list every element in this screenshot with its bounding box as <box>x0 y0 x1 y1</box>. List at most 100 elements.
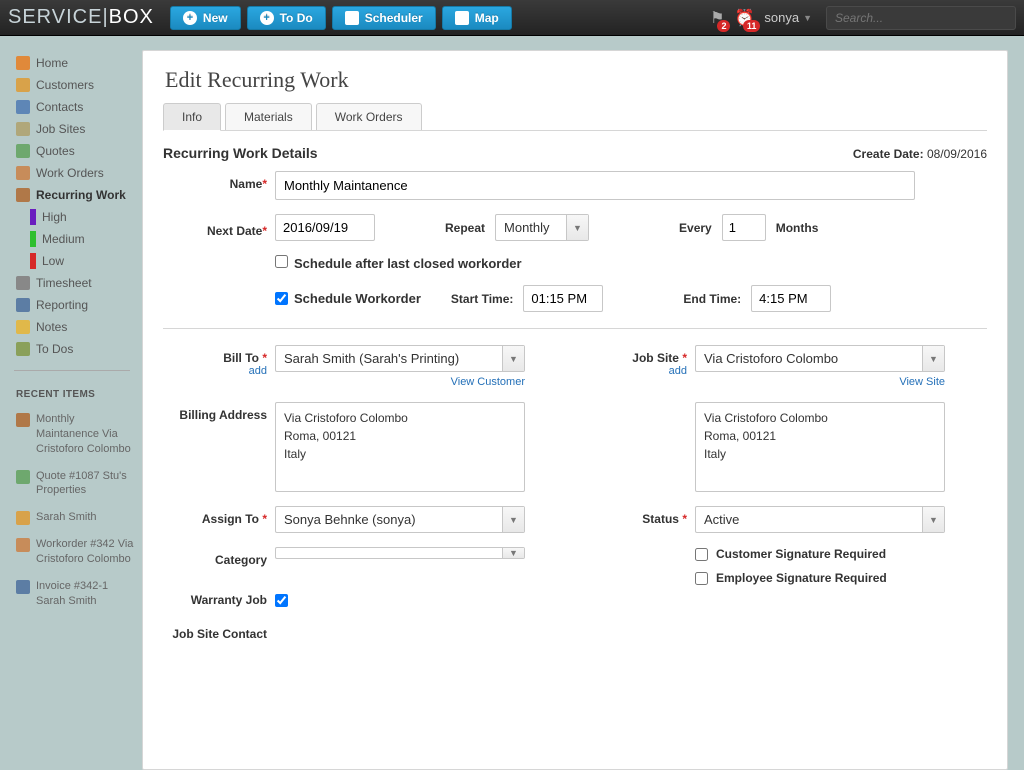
sidebar: Home Customers Contacts Job Sites Quotes… <box>0 36 142 770</box>
tab-info[interactable]: Info <box>163 103 221 131</box>
scheduler-button[interactable]: Scheduler <box>332 6 436 30</box>
priority-swatch <box>30 209 36 225</box>
repeat-label: Repeat <box>375 221 495 235</box>
customers-icon <box>16 78 30 92</box>
user-menu[interactable]: sonya▼ <box>764 10 812 25</box>
status-select[interactable]: Active▼ <box>695 506 945 533</box>
recent-item[interactable]: Workorder #342 Via Cristoforo Colombo <box>0 531 142 573</box>
next-date-label: Next Date* <box>163 218 275 238</box>
job-site-select[interactable]: Via Cristoforo Colombo▼ <box>695 345 945 372</box>
months-label: Months <box>766 221 829 235</box>
start-time-input[interactable] <box>523 285 603 312</box>
category-select[interactable]: ▼ <box>275 547 525 559</box>
recent-item[interactable]: Monthly Maintanence Via Cristoforo Colom… <box>0 406 142 463</box>
schedule-after-checkbox[interactable] <box>275 255 288 268</box>
tab-workorders[interactable]: Work Orders <box>316 103 422 130</box>
nav-customers[interactable]: Customers <box>0 74 142 96</box>
clock-notification[interactable]: ⏰ 11 <box>734 8 754 28</box>
end-time-input[interactable] <box>751 285 831 312</box>
category-label: Category <box>163 547 275 567</box>
nav-reporting[interactable]: Reporting <box>0 294 142 316</box>
new-button[interactable]: +New <box>170 6 241 30</box>
invoice-icon <box>16 580 30 594</box>
tabs: Info Materials Work Orders <box>163 103 987 131</box>
nav-recurring-work[interactable]: Recurring Work <box>0 184 142 206</box>
recent-item[interactable]: Sarah Smith <box>0 504 142 531</box>
repeat-select[interactable]: Monthly▼ <box>495 214 589 241</box>
home-icon <box>16 56 30 70</box>
reporting-icon <box>16 298 30 312</box>
every-input[interactable] <box>722 214 766 241</box>
recent-item[interactable]: Invoice #342-1 Sarah Smith <box>0 573 142 615</box>
priority-medium[interactable]: Medium <box>0 228 142 250</box>
name-label: Name* <box>163 171 275 191</box>
end-time-label: End Time: <box>603 292 751 306</box>
divider <box>14 370 130 371</box>
schedule-workorder-label: Schedule Workorder <box>294 291 421 306</box>
priority-high[interactable]: High <box>0 206 142 228</box>
chevron-down-icon: ▼ <box>922 507 944 532</box>
bill-to-add-link[interactable]: add <box>163 365 267 377</box>
site-address-textarea[interactable]: Via Cristoforo Colombo Roma, 00121 Italy <box>695 402 945 492</box>
recurring-icon <box>16 188 30 202</box>
recurring-icon <box>16 413 30 427</box>
quote-icon <box>16 470 30 484</box>
tab-materials[interactable]: Materials <box>225 103 312 130</box>
create-date: Create Date: 08/09/2016 <box>853 147 987 161</box>
chevron-down-icon: ▼ <box>502 346 524 371</box>
priority-swatch <box>30 231 36 247</box>
notes-icon <box>16 320 30 334</box>
nav-timesheet[interactable]: Timesheet <box>0 272 142 294</box>
view-site-link[interactable]: View Site <box>695 376 945 388</box>
nav-quotes[interactable]: Quotes <box>0 140 142 162</box>
start-time-label: Start Time: <box>421 292 523 306</box>
next-date-input[interactable] <box>275 214 375 241</box>
search-input[interactable] <box>826 6 1016 30</box>
notif-badge: 11 <box>743 20 761 32</box>
caret-down-icon: ▼ <box>803 13 812 23</box>
priority-low[interactable]: Low <box>0 250 142 272</box>
nav-jobsites[interactable]: Job Sites <box>0 118 142 140</box>
billing-address-textarea[interactable]: Via Cristoforo Colombo Roma, 00121 Italy <box>275 402 525 492</box>
topbar: SERVICE|BOX +New +To Do Scheduler Map ⚑ … <box>0 0 1024 36</box>
status-label: Status * <box>605 506 695 526</box>
warranty-checkbox[interactable] <box>275 594 288 607</box>
customer-signature-checkbox[interactable] <box>695 548 708 561</box>
recent-item[interactable]: Quote #1087 Stu's Properties <box>0 463 142 505</box>
logo: SERVICE|BOX <box>8 6 154 29</box>
jobsite-contact-label: Job Site Contact <box>163 621 275 641</box>
chevron-down-icon: ▼ <box>502 548 524 558</box>
customer-signature-label: Customer Signature Required <box>716 547 886 561</box>
job-site-add-link[interactable]: add <box>605 365 687 377</box>
jobsites-icon <box>16 122 30 136</box>
map-button[interactable]: Map <box>442 6 512 30</box>
main-panel: Edit Recurring Work Info Materials Work … <box>142 50 1008 770</box>
customer-icon <box>16 511 30 525</box>
flag-notification[interactable]: ⚑ 2 <box>710 8 724 28</box>
nav-notes[interactable]: Notes <box>0 316 142 338</box>
chevron-down-icon: ▼ <box>566 215 588 240</box>
contacts-icon <box>16 100 30 114</box>
nav-home[interactable]: Home <box>0 52 142 74</box>
recent-items-header: RECENT ITEMS <box>0 375 142 406</box>
notif-badge: 2 <box>717 20 730 32</box>
nav-contacts[interactable]: Contacts <box>0 96 142 118</box>
employee-signature-label: Employee Signature Required <box>716 571 887 585</box>
nav-todos[interactable]: To Dos <box>0 338 142 360</box>
nav-workorders[interactable]: Work Orders <box>0 162 142 184</box>
view-customer-link[interactable]: View Customer <box>275 376 525 388</box>
timesheet-icon <box>16 276 30 290</box>
plus-icon: + <box>260 11 274 25</box>
todo-button[interactable]: +To Do <box>247 6 326 30</box>
chevron-down-icon: ▼ <box>922 346 944 371</box>
assign-to-select[interactable]: Sonya Behnke (sonya)▼ <box>275 506 525 533</box>
name-input[interactable] <box>275 171 915 200</box>
employee-signature-checkbox[interactable] <box>695 572 708 585</box>
plus-icon: + <box>183 11 197 25</box>
bill-to-select[interactable]: Sarah Smith (Sarah's Printing)▼ <box>275 345 525 372</box>
todos-icon <box>16 342 30 356</box>
schedule-after-label: Schedule after last closed workorder <box>294 256 522 271</box>
workorder-icon <box>16 538 30 552</box>
schedule-workorder-checkbox[interactable] <box>275 292 288 305</box>
every-label: Every <box>589 221 722 235</box>
